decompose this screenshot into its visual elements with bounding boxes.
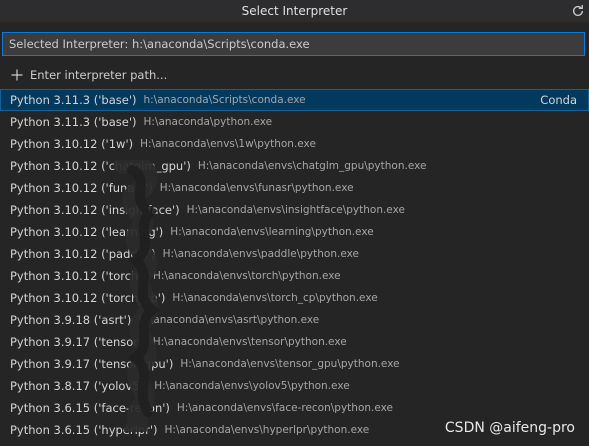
enter-interpreter-path-label: Enter interpreter path... (30, 68, 168, 82)
interpreter-path: H:\anaconda\envs\torch_cp\python.exe (172, 292, 378, 304)
interpreter-item[interactable]: Python 3.10.12 ('chatglm_gpu') H:\anacon… (0, 155, 589, 177)
interpreter-label: Python 3.10.12 ('learning') (10, 225, 164, 239)
interpreter-item[interactable]: Python 3.10.12 ('torch') H:\anaconda\env… (0, 265, 589, 287)
interpreter-path: H:\anaconda\envs\paddle\python.exe (162, 248, 359, 260)
interpreter-path: H:\anaconda\python.exe (143, 116, 273, 128)
interpreter-label: Python 3.9.18 ('asrt') (10, 313, 132, 327)
interpreter-path: h:\anaconda\Scripts\conda.exe (143, 94, 306, 106)
interpreter-path: H:\anaconda\envs\learning\python.exe (170, 226, 374, 238)
interpreter-item[interactable]: Python 3.8.17 ('yolov5') H:\anaconda\env… (0, 375, 589, 397)
interpreter-item[interactable]: Python 3.10.12 ('torch_cp') H:\anaconda\… (0, 287, 589, 309)
interpreter-path: H:\anaconda\envs\1w\python.exe (140, 138, 316, 150)
interpreter-search-box[interactable] (2, 32, 585, 56)
interpreter-label: Python 3.10.12 ('1w') (10, 137, 134, 151)
interpreter-label: Python 3.11.3 ('base') (10, 93, 137, 107)
interpreter-item[interactable]: Python 3.9.17 ('tensor_gpu') H:\anaconda… (0, 353, 589, 375)
interpreter-item[interactable]: Python 3.6.15 ('face-recon') H:\anaconda… (0, 397, 589, 419)
interpreter-label: Python 3.10.12 ('paddle') (10, 247, 156, 261)
interpreter-path: H:\anaconda\envs\yolov5\python.exe (154, 380, 350, 392)
csdn-watermark: CSDN @aifeng-pro (444, 420, 575, 436)
interpreter-label: Python 3.9.17 ('tensor_gpu') (10, 357, 174, 371)
quick-pick-title-bar: Select Interpreter (0, 0, 589, 22)
interpreter-item[interactable]: Python 3.10.12 ('insightface') H:\anacon… (0, 199, 589, 221)
interpreter-path: H:\anaconda\envs\tensor\python.exe (152, 336, 347, 348)
interpreter-label: Python 3.10.12 ('funasr') (10, 181, 153, 195)
interpreter-env-type: Conda (540, 93, 577, 107)
quick-pick-title: Select Interpreter (241, 4, 348, 18)
interpreter-label: Python 3.10.12 ('torch_cp') (10, 291, 166, 305)
interpreter-label: Python 3.6.15 ('hyperlpr') (10, 423, 158, 437)
enter-interpreter-path-item[interactable]: Enter interpreter path... (0, 64, 589, 86)
interpreter-label: Python 3.6.15 ('face-recon') (10, 401, 170, 415)
refresh-icon (572, 5, 584, 16)
interpreter-label: Python 3.10.12 ('chatglm_gpu') (10, 159, 191, 173)
interpreter-list: Python 3.11.3 ('base') h:\anaconda\Scrip… (0, 89, 589, 441)
interpreter-label: Python 3.9.17 ('tensor') (10, 335, 146, 349)
interpreter-search-input[interactable] (3, 33, 584, 55)
interpreter-path: H:\anaconda\envs\insightface\python.exe (186, 204, 405, 216)
interpreter-path: H:\anaconda\envs\asrt\python.exe (138, 314, 320, 326)
interpreter-path: H:\anaconda\envs\chatglm_gpu\python.exe (197, 160, 427, 172)
interpreter-item[interactable]: Python 3.9.17 ('tensor') H:\anaconda\env… (0, 331, 589, 353)
interpreter-item[interactable]: Python 3.11.3 ('base') h:\anaconda\Scrip… (0, 89, 589, 111)
interpreter-path: H:\anaconda\envs\hyperlpr\python.exe (164, 424, 370, 436)
interpreter-label: Python 3.11.3 ('base') (10, 115, 137, 129)
interpreter-path: H:\anaconda\envs\tensor_gpu\python.exe (180, 358, 400, 370)
interpreter-item[interactable]: Python 3.10.12 ('paddle') H:\anaconda\en… (0, 243, 589, 265)
interpreter-label: Python 3.10.12 ('torch') (10, 269, 146, 283)
interpreter-path: H:\anaconda\envs\face-recon\python.exe (176, 402, 393, 414)
interpreter-path: H:\anaconda\envs\torch\python.exe (153, 270, 341, 282)
interpreter-item[interactable]: Python 3.10.12 ('learning') H:\anaconda\… (0, 221, 589, 243)
interpreter-item[interactable]: Python 3.9.18 ('asrt') H:\anaconda\envs\… (0, 309, 589, 331)
interpreter-item[interactable]: Python 3.11.3 ('base') H:\anaconda\pytho… (0, 111, 589, 133)
interpreter-item[interactable]: Python 3.10.12 ('1w') H:\anaconda\envs\1… (0, 133, 589, 155)
interpreter-item[interactable]: Python 3.10.12 ('funasr') H:\anaconda\en… (0, 177, 589, 199)
interpreter-label: Python 3.8.17 ('yolov5') (10, 379, 148, 393)
plus-icon (10, 68, 24, 82)
interpreter-label: Python 3.10.12 ('insightface') (10, 203, 180, 217)
refresh-button[interactable] (569, 2, 587, 20)
interpreter-path: H:\anaconda\envs\funasr\python.exe (159, 182, 354, 194)
